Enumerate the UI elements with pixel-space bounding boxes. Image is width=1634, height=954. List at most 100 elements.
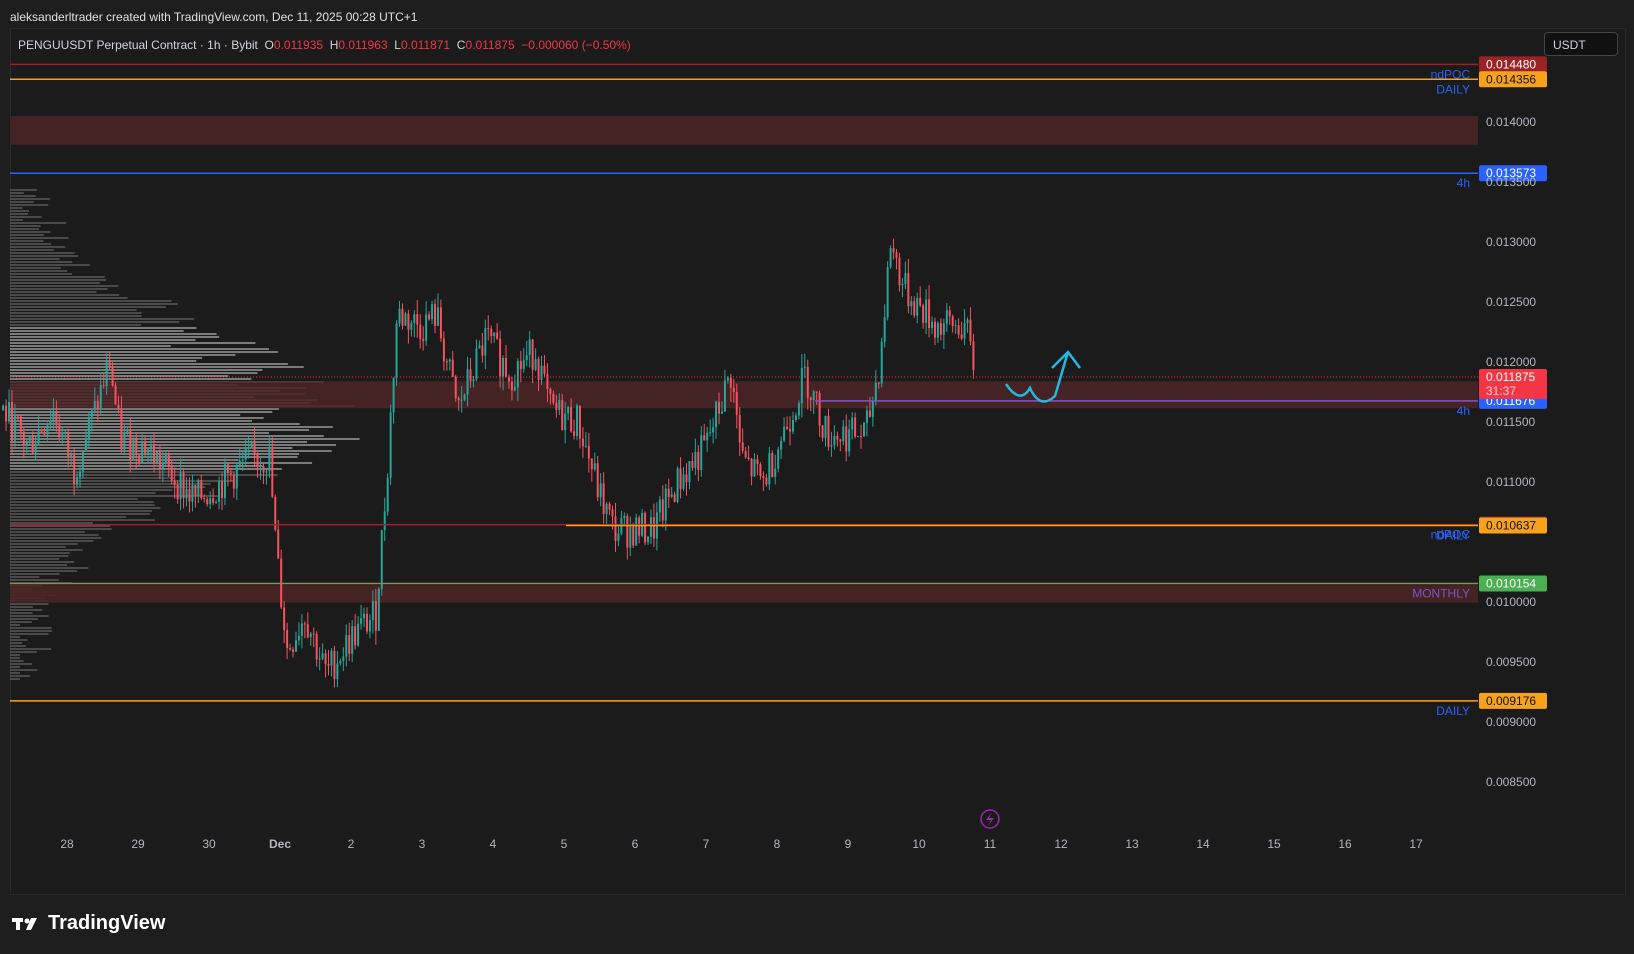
candle-body	[505, 357, 508, 377]
candle-body	[407, 313, 410, 330]
candle-body	[720, 411, 723, 414]
candle-body	[380, 530, 383, 589]
candle-body	[738, 415, 741, 443]
candle-body	[114, 385, 117, 405]
candle-body	[123, 432, 126, 450]
candle-body	[31, 435, 34, 453]
countdown-label: 31:37	[1486, 384, 1516, 398]
candle-body	[490, 328, 493, 337]
x-tick-label: 30	[202, 837, 216, 851]
candle-body	[147, 449, 150, 455]
candle-body	[948, 310, 951, 317]
candle-body	[152, 445, 155, 463]
candle-body	[753, 459, 756, 477]
candle-body	[126, 429, 129, 433]
candle-body	[34, 443, 37, 453]
candle-body	[90, 410, 93, 419]
candle-body	[19, 416, 22, 432]
candle-body	[463, 394, 466, 400]
symbol-legend: PENGUUSDT Perpetual Contract · 1h · Bybi…	[18, 38, 631, 52]
candle-body	[729, 377, 732, 388]
candle-body	[880, 341, 883, 384]
candle-body	[815, 391, 818, 393]
candle-body	[268, 446, 271, 472]
y-tick-label: 0.012500	[1486, 295, 1536, 309]
candle-body	[460, 399, 463, 401]
candle-body	[481, 345, 484, 356]
candle-body	[436, 307, 439, 326]
candle-body	[297, 635, 300, 641]
candle-body	[871, 400, 874, 418]
candle-body	[354, 626, 357, 646]
candle-body	[496, 332, 499, 339]
candle-body	[191, 485, 194, 502]
candle-body	[567, 406, 570, 414]
candle-body	[682, 474, 685, 489]
candle-body	[516, 361, 519, 388]
candle-body	[694, 451, 697, 468]
candle-body	[638, 517, 641, 536]
candle-body	[596, 463, 599, 498]
candle-body	[434, 304, 437, 326]
low-value: 0.011871	[400, 38, 451, 52]
candle-body	[913, 301, 916, 316]
candle-body	[312, 633, 315, 635]
candle-body	[765, 477, 768, 485]
candle-body	[206, 499, 209, 505]
candle-body	[768, 453, 771, 485]
x-tick-label: 28	[60, 837, 74, 851]
candle-body	[40, 429, 43, 432]
candle-body	[499, 338, 502, 377]
candle-body	[64, 431, 67, 433]
candle-body	[289, 648, 292, 650]
candle-body	[102, 385, 105, 387]
candle-body	[833, 435, 836, 446]
low-label: L	[394, 38, 401, 52]
candle-body	[578, 405, 581, 439]
candle-body	[371, 600, 374, 621]
candle-body	[534, 359, 537, 370]
x-tick-label: 8	[774, 837, 781, 851]
candle-body	[555, 402, 558, 410]
candle-body	[194, 485, 197, 497]
candle-body	[886, 267, 889, 318]
candle-body	[398, 308, 401, 324]
candle-body	[8, 401, 11, 422]
candle-body	[931, 321, 934, 328]
candle-body	[413, 314, 416, 323]
y-tick-label: 0.011500	[1486, 415, 1535, 429]
candle-body	[599, 483, 602, 498]
candle-body	[685, 474, 688, 483]
candle-body	[703, 435, 706, 441]
candle-body	[416, 314, 419, 325]
level-text: 4h	[1457, 176, 1470, 190]
candle-body	[806, 366, 809, 398]
candle-body	[431, 304, 434, 320]
candle-body	[706, 432, 709, 441]
candle-body	[892, 248, 895, 253]
candle-body	[451, 359, 454, 377]
x-tick-label: 6	[632, 837, 639, 851]
y-tick-label: 0.009000	[1486, 715, 1536, 729]
candle-body	[812, 391, 815, 401]
price-chart[interactable]: 0.0144800.014356DAILYndPOC0.0135734h0.01…	[0, 0, 1634, 900]
x-tick-label: 15	[1267, 837, 1281, 851]
candle-body	[256, 453, 259, 467]
candle-body	[360, 618, 363, 624]
candle-body	[324, 653, 327, 664]
candle-body	[564, 413, 567, 431]
candle-body	[345, 635, 348, 657]
candle-body	[919, 297, 922, 306]
candle-body	[510, 381, 513, 391]
candle-body	[368, 620, 371, 632]
candle-body	[377, 588, 380, 631]
candle-body	[164, 454, 167, 463]
candle-body	[715, 401, 718, 428]
level-text: DAILY	[1436, 529, 1470, 543]
candle-body	[410, 322, 413, 330]
candle-body	[229, 473, 232, 475]
candle-body	[502, 357, 505, 377]
chart-screenshot: aleksanderltrader created with TradingVi…	[0, 0, 1634, 954]
currency-selector[interactable]: USDT	[1544, 32, 1618, 56]
x-tick-label: 14	[1196, 837, 1210, 851]
